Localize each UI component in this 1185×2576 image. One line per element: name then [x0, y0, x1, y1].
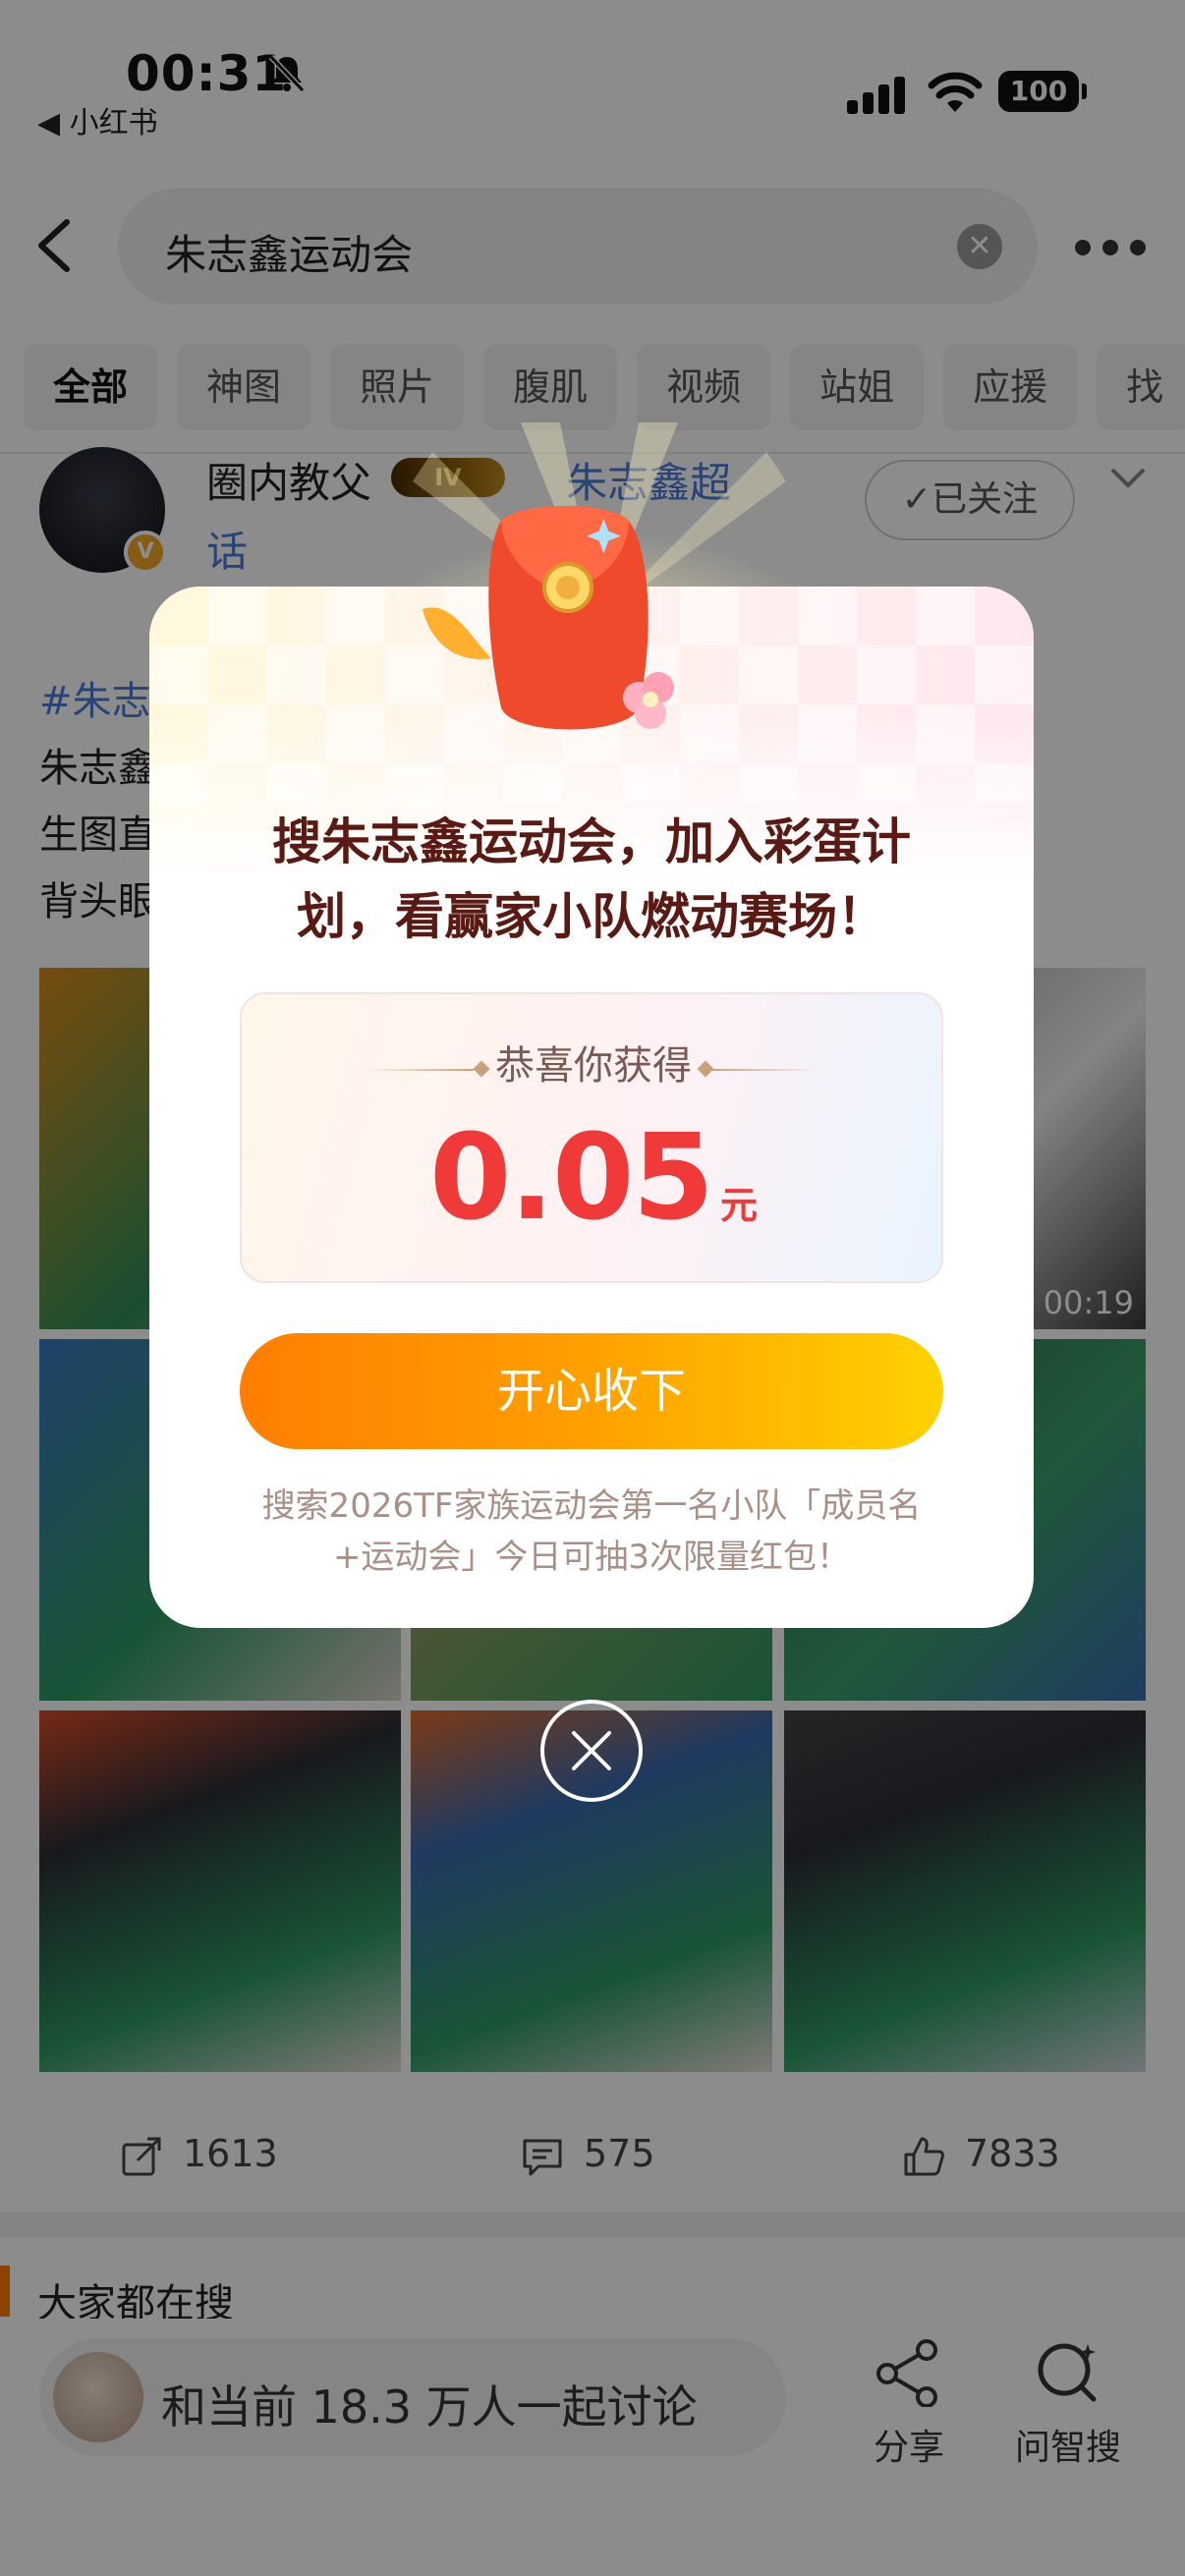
prize-card: 恭喜你获得 0.05 元: [240, 992, 943, 1283]
decor-line: [709, 1069, 818, 1071]
accept-button[interactable]: 开心收下: [240, 1333, 943, 1449]
amount-value: 0.05: [428, 1110, 714, 1247]
dialog-note-line: 搜索2026TF家族运动会第一名小队「成员名: [261, 1486, 922, 1526]
dialog-title-line: 划，看赢家小队燃动赛场！: [297, 888, 886, 945]
amount-unit: 元: [720, 1184, 759, 1227]
dialog-note: 搜索2026TF家族运动会第一名小队「成员名 +运动会」今日可抽3次限量红包！: [208, 1481, 975, 1583]
prize-amount: 0.05 元: [242, 1110, 945, 1247]
prize-label: 恭喜你获得: [495, 1043, 692, 1089]
dialog-title-line: 搜朱志鑫运动会，加入彩蛋计: [272, 813, 911, 870]
dialog-title: 搜朱志鑫运动会，加入彩蛋计 划，看赢家小队燃动赛场！: [208, 805, 975, 954]
close-dialog-icon[interactable]: [540, 1700, 643, 1802]
red-envelope-icon: [423, 506, 674, 730]
dialog-note-line: +运动会」今日可抽3次限量红包！: [332, 1538, 851, 1577]
close-icon: [572, 1731, 611, 1770]
